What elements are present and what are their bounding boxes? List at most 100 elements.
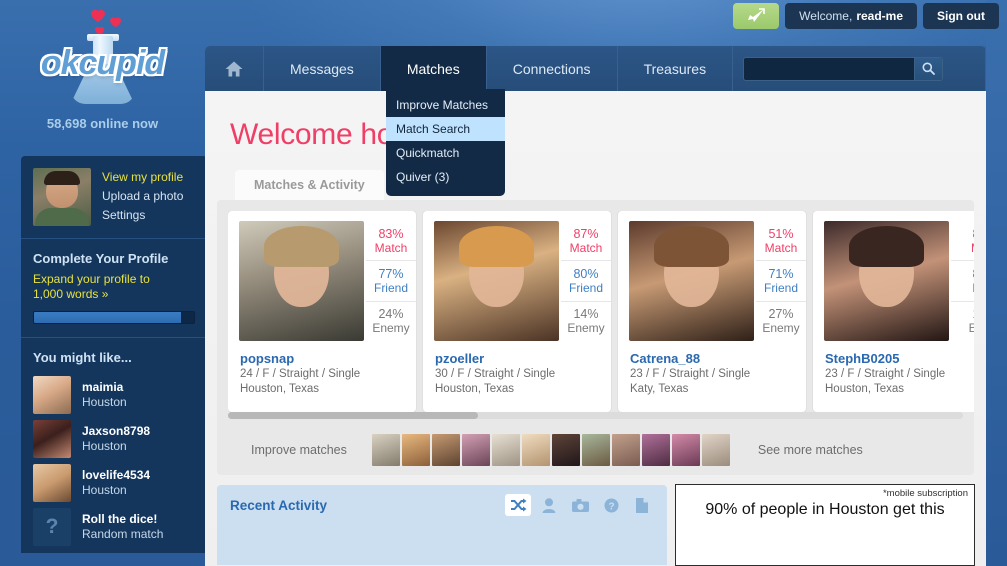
match-username[interactable]: Catrena_88 — [630, 350, 806, 367]
account-welcome[interactable]: Welcome, read-me — [785, 3, 917, 29]
friend-percent-value: 80% — [573, 266, 599, 281]
account-bar: Welcome, read-me Sign out — [733, 3, 999, 29]
search-box[interactable] — [743, 56, 944, 81]
improve-matches-link[interactable]: Improve matches — [251, 443, 347, 457]
match-username[interactable]: popsnap — [240, 350, 416, 367]
match-percent: 8 M — [951, 221, 974, 262]
you-might-like-section: You might like... maimia Houston Jaxson8… — [21, 338, 207, 549]
suggestion-city: Houston — [82, 439, 127, 453]
brand-logo[interactable]: okcupid 58,698 online now — [0, 0, 205, 140]
list-item[interactable]: lovelife4534 Houston — [21, 461, 207, 505]
match-location: Houston, Texas — [240, 383, 320, 395]
match-location: Houston, Texas — [825, 383, 905, 395]
strip-thumbnail[interactable] — [371, 434, 400, 466]
enemy-percent-label: Enemy — [372, 321, 410, 336]
list-item[interactable]: Jaxson8798 Houston — [21, 417, 207, 461]
match-card[interactable]: 8 M 8 F 1 En StephB0205 — [813, 211, 974, 412]
suggestion-thumbnail — [33, 376, 71, 414]
document-icon[interactable] — [629, 494, 655, 516]
strip-thumbnail[interactable] — [461, 434, 490, 466]
camera-icon[interactable] — [567, 494, 593, 516]
boost-button[interactable] — [733, 3, 780, 29]
match-photo[interactable] — [629, 221, 754, 341]
nav-spacer — [953, 46, 986, 91]
nav-matches[interactable]: Matches — [380, 46, 487, 91]
search-button[interactable] — [914, 57, 943, 80]
match-details: 23 / F / Straight / Single — [825, 368, 946, 380]
menu-item-quickmatch[interactable]: Quickmatch — [386, 141, 505, 165]
question-icon[interactable]: ? — [598, 494, 624, 516]
nav-messages[interactable]: Messages — [264, 46, 381, 91]
nav-home[interactable] — [205, 46, 264, 91]
match-photo[interactable] — [824, 221, 949, 341]
match-card[interactable]: 83% Match 77% Friend 24% Enemy popsnap 2… — [228, 211, 416, 412]
menu-item-quiver[interactable]: Quiver (3) — [386, 165, 505, 189]
match-cards: 83% Match 77% Friend 24% Enemy popsnap 2… — [228, 211, 974, 412]
upload-photo-link[interactable]: Upload a photo — [102, 188, 183, 205]
question-mark-icon: ? — [33, 508, 71, 546]
left-sidebar: View my profile Upload a photo Settings … — [21, 156, 207, 553]
recent-activity-panel: Recent Activity ? — [217, 485, 667, 565]
list-item-roll-the-dice[interactable]: ? Roll the dice! Random match — [21, 505, 207, 549]
strip-thumbnail[interactable] — [641, 434, 670, 466]
match-percent-label: Match — [569, 240, 603, 255]
suggestion-city: Random match — [82, 527, 164, 541]
settings-link[interactable]: Settings — [102, 207, 183, 224]
match-username[interactable]: pzoeller — [435, 350, 611, 367]
nav-treasures[interactable]: Treasures — [618, 46, 734, 91]
nav-search-area — [733, 46, 953, 91]
match-percent-label: M — [971, 241, 974, 255]
strip-thumbnail[interactable] — [581, 434, 610, 466]
match-details: 30 / F / Straight / Single — [435, 368, 556, 380]
friend-percent: 71% Friend — [756, 261, 806, 302]
avatar[interactable] — [33, 168, 91, 226]
suggestion-name: maimia — [82, 380, 124, 394]
profile-progress-bar — [33, 311, 195, 324]
nav-connections[interactable]: Connections — [487, 46, 618, 91]
strip-thumbnail[interactable] — [671, 434, 700, 466]
match-percent-value: 8 — [973, 227, 974, 241]
strip-thumbnail[interactable] — [551, 434, 580, 466]
sign-out-button[interactable]: Sign out — [923, 3, 999, 29]
strip-thumbnail[interactable] — [401, 434, 430, 466]
search-input[interactable] — [744, 57, 915, 80]
menu-item-match-search[interactable]: Match Search — [386, 117, 505, 141]
strip-thumbnail[interactable] — [431, 434, 460, 466]
match-username[interactable]: StephB0205 — [825, 350, 974, 367]
match-percent: 87% Match — [561, 221, 611, 262]
enemy-percent: 14% Enemy — [561, 302, 611, 341]
shuffle-icon[interactable] — [505, 494, 531, 516]
menu-item-improve-matches[interactable]: Improve Matches — [386, 93, 505, 117]
match-stats: 51% Match 71% Friend 27% Enemy — [754, 221, 806, 341]
expand-profile-link[interactable]: Expand your profile to 1,000 words » — [33, 272, 195, 302]
home-icon — [225, 61, 243, 76]
sidebar-profile-links: View my profile Upload a photo Settings — [102, 168, 183, 226]
match-photo[interactable] — [239, 221, 364, 341]
enemy-percent: 24% Enemy — [366, 302, 416, 341]
person-icon[interactable] — [536, 494, 562, 516]
strip-thumbnail[interactable] — [491, 434, 520, 466]
suggestion-thumbnail — [33, 420, 71, 458]
recent-activity-title: Recent Activity — [230, 497, 328, 513]
carousel-scrollbar-thumb[interactable] — [228, 412, 478, 419]
welcome-prefix: Welcome, — [799, 9, 853, 23]
main-content: Welcome home Matches & Activity 83% Matc… — [205, 91, 986, 566]
strip-thumbnail[interactable] — [521, 434, 550, 466]
match-card[interactable]: 87% Match 80% Friend 14% Enemy pzoeller … — [423, 211, 611, 412]
strip-thumbnail[interactable] — [611, 434, 640, 466]
match-location: Houston, Texas — [435, 383, 515, 395]
see-more-matches-link[interactable]: See more matches — [758, 443, 863, 457]
match-thumbnail-strip — [371, 434, 730, 466]
carousel-scrollbar[interactable] — [228, 412, 963, 419]
view-my-profile-link[interactable]: View my profile — [102, 169, 183, 186]
suggestion-name: lovelife4534 — [82, 468, 151, 482]
enemy-percent-label: Enemy — [762, 321, 800, 336]
enemy-percent-label: En — [968, 321, 974, 336]
match-card[interactable]: 51% Match 71% Friend 27% Enemy Catrena_8… — [618, 211, 806, 412]
match-photo[interactable] — [434, 221, 559, 341]
strip-thumbnail[interactable] — [701, 434, 730, 466]
advertisement[interactable]: *mobile subscription 90% of people in Ho… — [675, 484, 975, 566]
match-stats: 8 M 8 F 1 En — [949, 221, 974, 341]
list-item[interactable]: maimia Houston — [21, 373, 207, 417]
tab-matches-and-activity[interactable]: Matches & Activity — [235, 170, 384, 200]
